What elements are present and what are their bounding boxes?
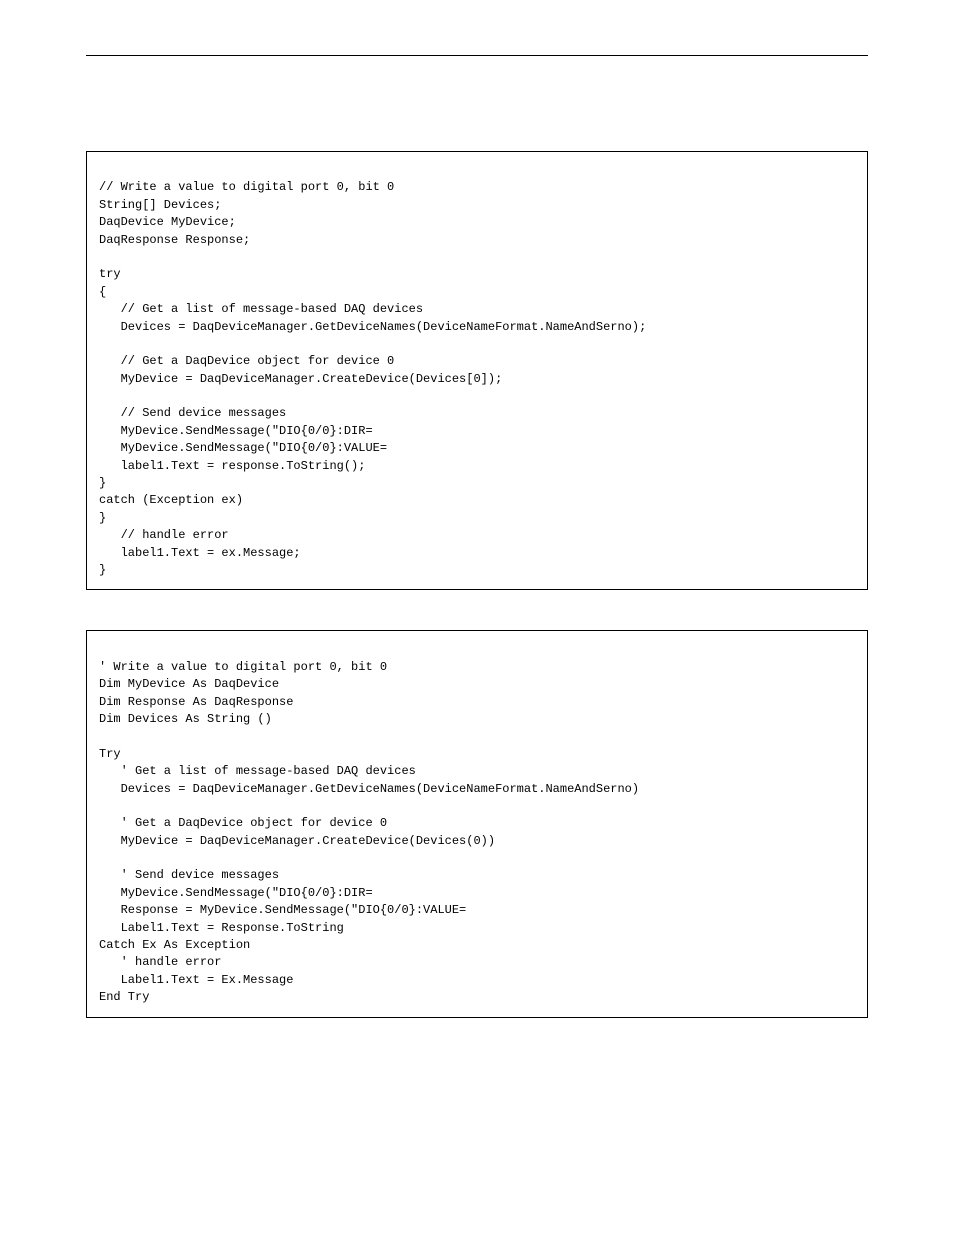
code-line: End Try <box>99 990 149 1004</box>
code-line: Devices = DaqDeviceManager.GetDeviceName… <box>99 320 646 334</box>
code-line: ' handle error <box>99 955 221 969</box>
header-rule <box>86 55 868 56</box>
document-page: // Write a value to digital port 0, bit … <box>0 0 954 1018</box>
code-line: DaqDevice MyDevice; <box>99 215 236 229</box>
code-line: ' Get a list of message-based DAQ device… <box>99 764 416 778</box>
code-line: // Send device messages <box>99 406 286 420</box>
code-line: DaqResponse Response; <box>99 233 250 247</box>
code-line: } <box>99 476 106 490</box>
code-line: MyDevice = DaqDeviceManager.CreateDevice… <box>99 372 502 386</box>
code-line: // handle error <box>99 528 229 542</box>
code-line: ' Write a value to digital port 0, bit 0 <box>99 660 387 674</box>
code-line: label1.Text = response.ToString(); <box>99 459 365 473</box>
code-line: } <box>99 511 106 525</box>
code-line: MyDevice = DaqDeviceManager.CreateDevice… <box>99 834 495 848</box>
code-line: String[] Devices; <box>99 198 221 212</box>
code-line: Try <box>99 747 121 761</box>
csharp-code-block: // Write a value to digital port 0, bit … <box>86 151 868 590</box>
code-line: ' Get a DaqDevice object for device 0 <box>99 816 387 830</box>
code-line: Label1.Text = Ex.Message <box>99 973 293 987</box>
code-line: { <box>99 285 106 299</box>
code-line: Response = MyDevice.SendMessage("DIO{0/0… <box>99 903 466 917</box>
code-line: // Write a value to digital port 0, bit … <box>99 180 394 194</box>
code-line: // Get a list of message-based DAQ devic… <box>99 302 423 316</box>
code-line: Dim MyDevice As DaqDevice <box>99 677 279 691</box>
code-line: Catch Ex As Exception <box>99 938 250 952</box>
code-line: try <box>99 267 121 281</box>
code-line: Dim Response As DaqResponse <box>99 695 293 709</box>
code-line: ' Send device messages <box>99 868 279 882</box>
code-line: Dim Devices As String () <box>99 712 272 726</box>
code-line: MyDevice.SendMessage("DIO{0/0}:VALUE= <box>99 441 387 455</box>
code-line: } <box>99 563 106 577</box>
vb-code-block: ' Write a value to digital port 0, bit 0… <box>86 630 868 1017</box>
code-line: catch (Exception ex) <box>99 493 243 507</box>
code-line: label1.Text = ex.Message; <box>99 546 301 560</box>
code-line: // Get a DaqDevice object for device 0 <box>99 354 394 368</box>
code-line: Label1.Text = Response.ToString <box>99 921 344 935</box>
code-line: Devices = DaqDeviceManager.GetDeviceName… <box>99 782 639 796</box>
code-line: MyDevice.SendMessage("DIO{0/0}:DIR= <box>99 886 373 900</box>
code-line: MyDevice.SendMessage("DIO{0/0}:DIR= <box>99 424 373 438</box>
